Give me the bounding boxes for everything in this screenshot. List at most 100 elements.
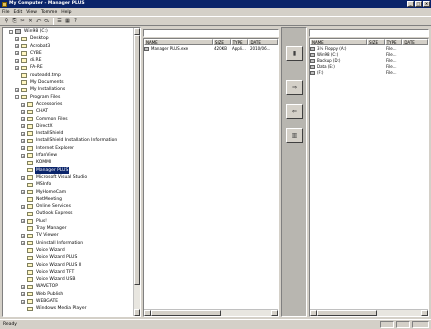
expand-icon[interactable]: + [21, 299, 25, 304]
scroll-up-arrow[interactable] [134, 28, 140, 35]
expand-icon[interactable]: + [21, 102, 25, 107]
expand-icon[interactable]: + [15, 66, 19, 71]
scroll-left-arrow[interactable] [144, 310, 151, 316]
tree-scrollbar[interactable] [133, 28, 140, 316]
tree-item[interactable]: + Web Publish [3, 291, 140, 298]
tree-item[interactable]: + Acrobat3 [3, 43, 140, 50]
expand-icon[interactable]: + [21, 146, 25, 151]
scroll-right-arrow[interactable] [421, 310, 428, 316]
tree-item[interactable]: + Desktop [3, 35, 140, 42]
expand-icon[interactable]: + [21, 175, 25, 180]
right-list-hscroll[interactable] [310, 309, 428, 316]
right-path-box[interactable] [309, 29, 429, 37]
col-type-header[interactable]: TYPE [384, 39, 403, 45]
undo-icon[interactable]: ⤺ [35, 18, 42, 25]
right-file-list[interactable]: NAME SIZE TYPE DATE 3½ Floppy (A:) File..… [309, 38, 429, 317]
tree-item[interactable]: Voice Wizard PLUS [3, 254, 140, 261]
tree-item[interactable]: Outlook Express [3, 210, 140, 217]
expand-icon[interactable]: + [15, 51, 19, 56]
tree-item[interactable]: MSInfo [3, 181, 140, 188]
tree-item[interactable]: Windows Media Player [3, 305, 140, 312]
scroll-thumb[interactable] [317, 310, 377, 316]
details-view-icon[interactable]: ▦ [64, 18, 71, 25]
expand-icon[interactable]: + [15, 36, 19, 41]
tree-item[interactable]: + Plus! [3, 218, 140, 225]
col-name-header[interactable]: NAME [144, 39, 213, 45]
tree-item[interactable]: Tray Manager [3, 225, 140, 232]
tree-item[interactable]: + Accessories [3, 101, 140, 108]
col-size-header[interactable]: SIZE [366, 39, 385, 45]
cut-icon[interactable]: ✂ [19, 18, 26, 25]
list-item[interactable]: (F:) File... [310, 70, 428, 76]
tree-item[interactable]: + TV Viewer [3, 232, 140, 239]
collapse-icon[interactable]: - [9, 29, 13, 34]
expand-icon[interactable]: + [15, 87, 19, 92]
col-date-header[interactable]: DATE [402, 39, 428, 45]
expand-icon[interactable]: + [21, 131, 25, 136]
tree-item[interactable]: Voice Wizard [3, 247, 140, 254]
scroll-thumb[interactable] [134, 35, 140, 285]
tree-item[interactable]: Voice Wizard TFT [3, 269, 140, 276]
tree-item[interactable]: Voice Wizard USB [3, 276, 140, 283]
tree-item[interactable]: KOMMI [3, 159, 140, 166]
col-name-header[interactable]: NAME [310, 39, 367, 45]
list-view-icon[interactable]: ☰ [56, 18, 63, 25]
tree-item[interactable]: + InstallShield Installation Information [3, 137, 140, 144]
expand-icon[interactable]: + [15, 44, 19, 49]
scroll-down-arrow[interactable] [134, 309, 140, 316]
tree-item[interactable]: + Online Services [3, 203, 140, 210]
tree-item[interactable]: + IrfanView [3, 152, 140, 159]
tree-item[interactable]: My Documents [3, 79, 140, 86]
scroll-thumb[interactable] [151, 310, 221, 316]
tree-item[interactable]: - Program Files [3, 94, 140, 101]
copy-right-button[interactable]: ⇒ [286, 80, 303, 95]
tree-item[interactable]: + WAVETOP [3, 283, 140, 290]
expand-icon[interactable]: + [21, 117, 25, 122]
expand-icon[interactable]: + [21, 284, 25, 289]
tree-item[interactable]: NetMeeting [3, 196, 140, 203]
delete-button[interactable]: ▥ [286, 128, 303, 143]
expand-icon[interactable]: + [21, 153, 25, 158]
help-icon[interactable]: ? [72, 18, 79, 25]
tree-item[interactable]: + DirectX [3, 123, 140, 130]
tree-item[interactable]: + WEBGATE [3, 298, 140, 305]
scroll-right-arrow[interactable] [271, 310, 278, 316]
minimize-button[interactable]: _ [407, 1, 414, 7]
left-path-box[interactable] [143, 29, 279, 37]
expand-icon[interactable]: + [21, 241, 25, 246]
tree-item[interactable]: routeadd.tmp [3, 72, 140, 79]
tree-item[interactable]: + FA-RE [3, 64, 140, 71]
tree-item[interactable]: + Common Files [3, 116, 140, 123]
tree-item[interactable]: + My Installations [3, 86, 140, 93]
expand-icon[interactable]: + [15, 58, 19, 63]
tree-item[interactable]: + MyHomeCam [3, 189, 140, 196]
expand-icon[interactable]: + [21, 124, 25, 129]
menu-view[interactable]: View [26, 10, 37, 15]
menu-tomme[interactable]: Tomme [41, 10, 57, 15]
tree-item[interactable]: + CHAT [3, 108, 140, 115]
tree-item[interactable]: + di.RE [3, 57, 140, 64]
tree-item[interactable]: + InstallShield [3, 130, 140, 137]
expand-icon[interactable]: + [21, 219, 25, 224]
copy-left-button[interactable]: ⇐ [286, 104, 303, 119]
left-list-hscroll[interactable] [144, 309, 278, 316]
delete-icon[interactable]: ✕ [27, 18, 34, 25]
menu-file[interactable]: File [2, 10, 10, 15]
expand-icon[interactable]: + [21, 190, 25, 195]
find-icon[interactable]: ⚲ [3, 18, 10, 25]
expand-icon[interactable]: + [21, 204, 25, 209]
col-date-header[interactable]: DATE [248, 39, 278, 45]
folder-tree[interactable]: - Win98 (C:) + Desktop + Acrobat3 + CYBE + di.RE +… [2, 27, 141, 317]
redo-icon[interactable]: ⤼ [43, 18, 50, 25]
tree-item[interactable]: + CYBE [3, 50, 140, 57]
col-size-header[interactable]: SIZE [212, 39, 231, 45]
col-type-header[interactable]: TYPE [230, 39, 249, 45]
tree-item[interactable]: + Microsoft Visual Studio [3, 174, 140, 181]
list-item[interactable]: Manager PLUS.exe 420KB Appli... 2010/06... [144, 46, 278, 52]
tree-item[interactable]: - Win98 (C:) [3, 28, 140, 35]
maximize-button[interactable]: □ [415, 1, 422, 7]
tree-item[interactable]: + Uninstall Information [3, 240, 140, 247]
left-file-list[interactable]: NAME SIZE TYPE DATE Manager PLUS.exe 420K… [143, 38, 279, 317]
collapse-icon[interactable]: - [15, 95, 19, 100]
folder-button[interactable]: ▮ [286, 46, 303, 61]
